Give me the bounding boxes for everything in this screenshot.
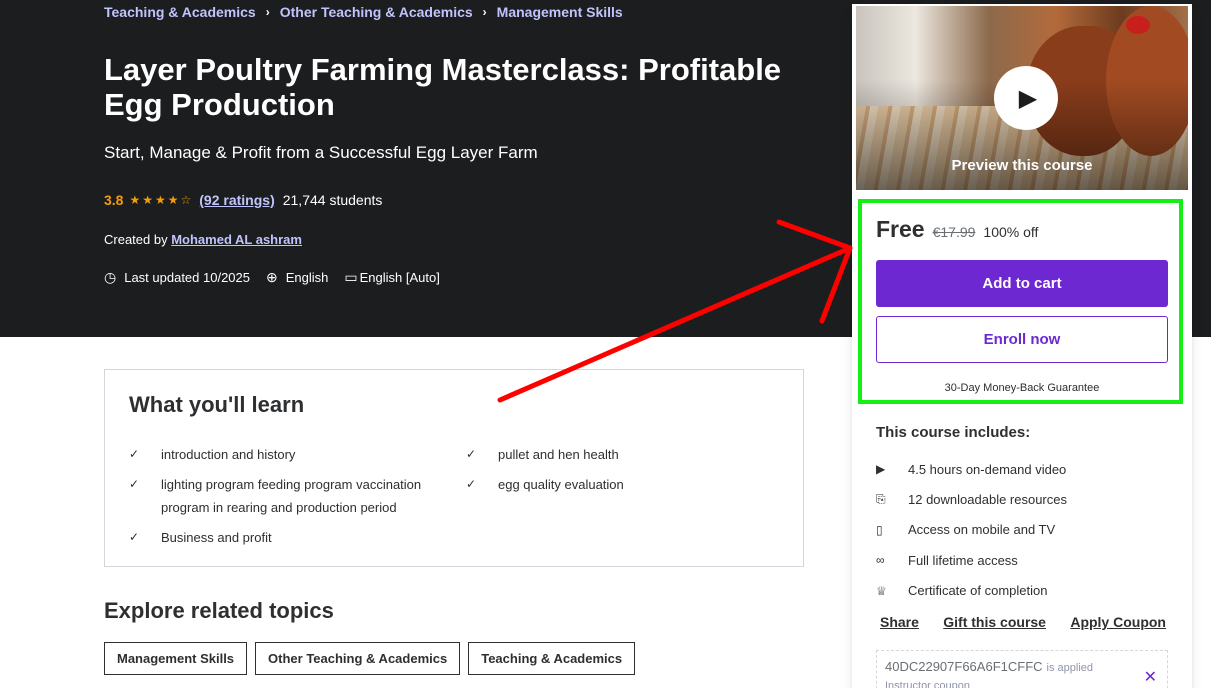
mobile-icon: ▯ xyxy=(876,522,883,537)
discount-label: 100% off xyxy=(983,224,1039,240)
check-icon: ✓ xyxy=(129,477,140,491)
preview-label: Preview this course xyxy=(951,157,1093,174)
related-topics: Management Skills Other Teaching & Acade… xyxy=(104,642,643,675)
coupon-code: 40DC22907F66A6F1CFFC xyxy=(885,659,1043,674)
learn-item: ✓ introduction and history xyxy=(129,443,451,466)
topic-teaching-academics[interactable]: Teaching & Academics xyxy=(468,642,636,675)
learn-item: ✓ egg quality evaluation xyxy=(466,473,788,496)
created-by: Created by Mohamed AL ashram xyxy=(104,232,302,247)
language-text: English xyxy=(285,270,329,285)
learn-item: ✓ pullet and hen health xyxy=(466,443,788,466)
check-icon: ✓ xyxy=(466,447,477,461)
instructor-link[interactable]: Mohamed AL ashram xyxy=(171,232,302,247)
ratings-link[interactable]: (92 ratings) xyxy=(199,192,274,208)
original-price: €17.99 xyxy=(932,224,976,240)
play-button[interactable]: ▶ xyxy=(994,66,1058,130)
captions-text: English [Auto] xyxy=(359,270,440,285)
chevron-right-icon: › xyxy=(482,5,487,19)
last-updated-text: Last updated 10/2025 xyxy=(124,270,250,285)
include-item: ▶ 4.5 hours on-demand video xyxy=(876,461,1067,477)
current-price: Free xyxy=(876,216,925,242)
course-preview[interactable]: ▶ Preview this course xyxy=(856,6,1188,190)
gift-course-link[interactable]: Gift this course xyxy=(943,614,1046,630)
add-to-cart-button[interactable]: Add to cart xyxy=(876,260,1168,307)
breadcrumb-item-management[interactable]: Management Skills xyxy=(497,4,623,20)
purchase-sidebar: ▶ Preview this course Free €17.99 100% o… xyxy=(852,4,1192,688)
share-link[interactable]: Share xyxy=(880,614,919,630)
applied-coupon: 40DC22907F66A6F1CFFC is applied Instructo… xyxy=(876,650,1168,688)
captions-icon: ▭ xyxy=(344,269,358,285)
course-captions: ▭ English [Auto] xyxy=(344,269,439,286)
coupon-applied-label: is applied xyxy=(1046,662,1094,674)
breadcrumb-item-other-teaching[interactable]: Other Teaching & Academics xyxy=(280,4,473,20)
breadcrumb-item-teaching[interactable]: Teaching & Academics xyxy=(104,4,256,20)
chevron-right-icon: › xyxy=(265,5,270,19)
course-language: ⊕ English xyxy=(266,269,328,286)
rating-value: 3.8 xyxy=(104,192,124,208)
star-rating-icon: ★★★★☆ xyxy=(129,193,194,207)
close-icon[interactable]: ✕ xyxy=(1144,667,1157,687)
check-icon: ✓ xyxy=(129,447,140,461)
include-item: ♕ Certificate of completion xyxy=(876,583,1048,599)
video-icon: ▶ xyxy=(876,462,886,477)
check-icon: ✓ xyxy=(129,530,140,544)
includes-list: ▶ 4.5 hours on-demand video ⎘ 12 downloa… xyxy=(876,454,1067,606)
explore-title: Explore related topics xyxy=(104,598,334,623)
globe-icon: ⊕ xyxy=(266,269,278,285)
rating-row: 3.8 ★★★★☆ (92 ratings) 21,744 students xyxy=(104,192,382,208)
students-count: 21,744 students xyxy=(282,192,383,208)
learn-title: What you'll learn xyxy=(129,392,305,417)
sidebar-links: Share Gift this course Apply Coupon xyxy=(880,614,1166,630)
course-title: Layer Poultry Farming Masterclass: Profi… xyxy=(104,52,782,122)
last-updated: ◷ Last updated 10/2025 xyxy=(104,269,250,286)
include-item: ⎘ 12 downloadable resources xyxy=(876,492,1067,508)
what-you-learn-box: What you'll learn ✓ introduction and his… xyxy=(104,369,804,567)
course-meta: ◷ Last updated 10/2025 ⊕ English ▭ Engli… xyxy=(104,269,456,286)
topic-management-skills[interactable]: Management Skills xyxy=(104,642,248,675)
include-item: ∞ Full lifetime access xyxy=(876,552,1018,568)
alert-badge-icon: ◷ xyxy=(104,269,117,285)
learn-item: ✓ lighting program feeding program vacci… xyxy=(129,473,451,519)
money-back-guarantee: 30-Day Money-Back Guarantee xyxy=(944,382,1100,394)
price-row: Free €17.99 100% off xyxy=(876,216,1038,243)
includes-title: This course includes: xyxy=(876,424,1031,441)
trophy-icon: ♕ xyxy=(876,583,887,598)
play-icon: ▶ xyxy=(1018,84,1038,112)
topic-other-teaching[interactable]: Other Teaching & Academics xyxy=(255,642,461,675)
breadcrumb: Teaching & Academics › Other Teaching & … xyxy=(104,4,623,20)
coupon-type: Instructor coupon xyxy=(885,680,970,688)
include-item: ▯ Access on mobile and TV xyxy=(876,522,1056,538)
created-by-label: Created by xyxy=(104,232,168,247)
course-subtitle: Start, Manage & Profit from a Successful… xyxy=(104,143,538,162)
coupon-code-row: 40DC22907F66A6F1CFFC is applied xyxy=(885,659,1159,674)
enroll-now-button[interactable]: Enroll now xyxy=(876,316,1168,363)
apply-coupon-link[interactable]: Apply Coupon xyxy=(1070,614,1166,630)
infinity-icon: ∞ xyxy=(876,553,885,568)
learn-item: ✓ Business and profit xyxy=(129,526,451,549)
file-download-icon: ⎘ xyxy=(876,492,886,507)
check-icon: ✓ xyxy=(466,477,477,491)
